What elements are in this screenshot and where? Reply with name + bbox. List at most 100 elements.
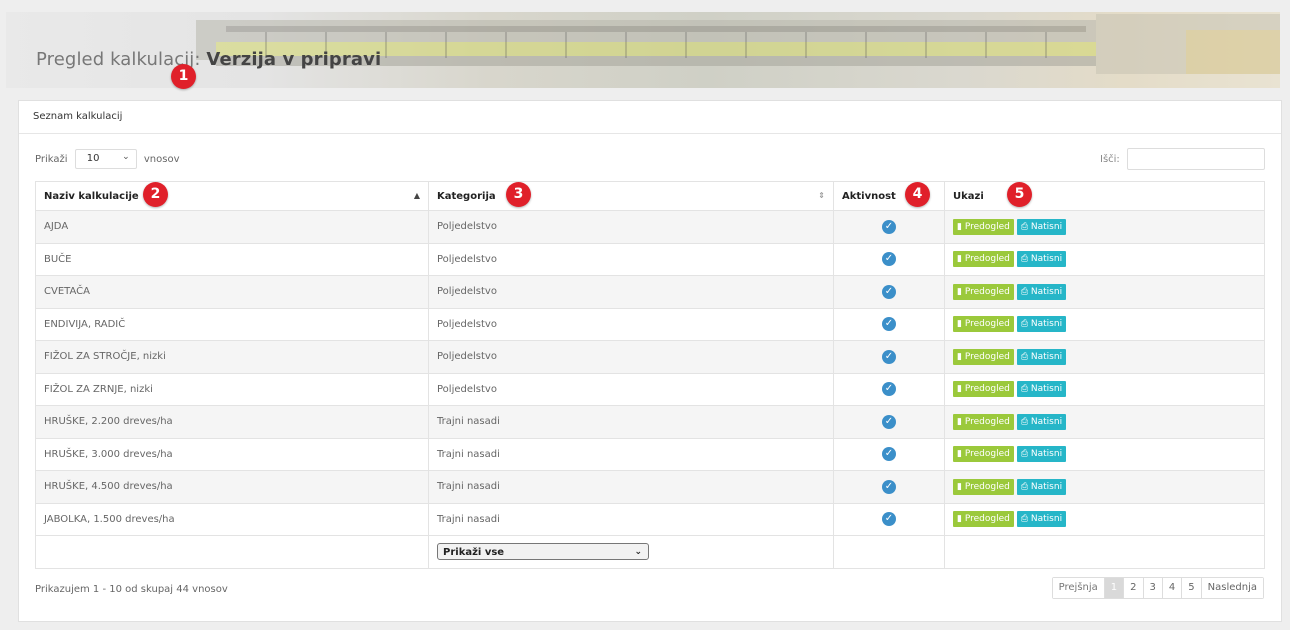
cell-actions: ▮ Predogled ⎙ Natisni [944, 502, 1265, 536]
pagination-page-3[interactable]: 3 [1142, 578, 1162, 598]
cell-actions: ▮ Predogled ⎙ Natisni [944, 405, 1265, 439]
row-name: HRUŠKE, 4.500 dreves/ha [44, 481, 173, 493]
preview-button[interactable]: ▮ Predogled [953, 478, 1014, 495]
column-header-activity-label: Aktivnost [842, 190, 896, 202]
cell-activity: ✓ [833, 470, 945, 504]
preview-button[interactable]: ▮ Predogled [953, 283, 1014, 300]
print-button[interactable]: ⎙ Natisni [1016, 316, 1067, 333]
preview-button[interactable]: ▮ Predogled [953, 413, 1014, 430]
preview-button-label: Predogled [964, 254, 1010, 265]
print-button[interactable]: ⎙ Natisni [1016, 413, 1067, 430]
table-row: HRUŠKE, 2.200 dreves/ha Trajni nasadi ✓ ▮ P… [35, 405, 1265, 439]
cell-actions: ▮ Predogled ⎙ Natisni [944, 242, 1265, 276]
preview-button[interactable]: ▮ Predogled [953, 251, 1014, 268]
column-header-name[interactable]: Naziv kalkulacije ▲ [35, 181, 429, 211]
annotation-marker-2: 2 [143, 182, 168, 207]
column-header-actions-label: Ukazi [953, 190, 984, 202]
cell-category: Trajni nasadi [428, 470, 834, 504]
annotation-marker-4: 4 [905, 182, 930, 207]
preview-button[interactable]: ▮ Predogled [953, 381, 1014, 398]
printer-icon: ⎙ [1020, 351, 1029, 362]
row-name: FIŽOL ZA ZRNJE, nizki [44, 383, 153, 395]
print-button-label: Natisni [1030, 416, 1063, 427]
bookmark-icon: ▮ [957, 416, 962, 427]
active-check-icon: ✓ [882, 512, 896, 527]
print-button[interactable]: ⎙ Natisni [1016, 218, 1067, 235]
column-header-actions: Ukazi [944, 181, 1265, 211]
print-button[interactable]: ⎙ Natisni [1016, 283, 1067, 300]
cell-name: FIŽOL ZA STROČJE, nizki [35, 340, 429, 374]
cell-name: CVETAČA [35, 275, 429, 309]
cell-category: Poljedelstvo [428, 372, 834, 406]
cell-actions: ▮ Predogled ⎙ Natisni [944, 275, 1265, 309]
row-name: HRUŠKE, 3.000 dreves/ha [44, 448, 173, 460]
column-header-category[interactable]: Kategorija ⇕ [428, 181, 834, 211]
preview-button-label: Predogled [964, 449, 1010, 460]
cell-actions: ▮ Predogled ⎙ Natisni [944, 340, 1265, 374]
cell-name: BUČE [35, 242, 429, 276]
print-button-label: Natisni [1030, 221, 1063, 232]
pagination-page-1[interactable]: 1 [1103, 578, 1124, 598]
table-row: AJDA Poljedelstvo ✓ ▮ Predogled ⎙ Natisni [35, 210, 1265, 244]
active-check-icon: ✓ [882, 414, 896, 429]
row-name: HRUŠKE, 2.200 dreves/ha [44, 416, 173, 428]
print-button[interactable]: ⎙ Natisni [1016, 348, 1067, 365]
print-button[interactable]: ⎙ Natisni [1016, 511, 1067, 528]
row-category: Poljedelstvo [437, 318, 497, 330]
cell-category: Poljedelstvo [428, 242, 834, 276]
pagination-previous[interactable]: Prejšnja [1052, 578, 1104, 598]
row-category: Trajni nasadi [437, 448, 500, 460]
page-length-select[interactable]: 10 ⌄ [74, 149, 137, 169]
row-category: Poljedelstvo [437, 351, 497, 363]
pagination-page-4[interactable]: 4 [1161, 578, 1182, 598]
cell-actions: ▮ Predogled ⎙ Natisni [944, 372, 1265, 406]
cell-actions: ▮ Predogled ⎙ Natisni [944, 307, 1265, 341]
preview-button-label: Predogled [964, 351, 1010, 362]
category-filter-select[interactable]: Prikaži vse ⌄ [437, 543, 649, 561]
cell-actions: ▮ Predogled ⎙ Natisni [944, 437, 1265, 471]
pagination-page-2[interactable]: 2 [1123, 578, 1143, 598]
preview-button[interactable]: ▮ Predogled [953, 316, 1014, 333]
print-button-label: Natisni [1030, 384, 1063, 395]
cell-name: HRUŠKE, 2.200 dreves/ha [35, 405, 429, 439]
active-check-icon: ✓ [882, 284, 896, 299]
bookmark-icon: ▮ [957, 319, 962, 330]
bookmark-icon: ▮ [957, 514, 962, 525]
print-button[interactable]: ⎙ Natisni [1016, 251, 1067, 268]
preview-button[interactable]: ▮ Predogled [953, 511, 1014, 528]
length-prefix: Prikaži [35, 154, 68, 165]
printer-icon: ⎙ [1020, 384, 1029, 395]
pagination-page-5[interactable]: 5 [1181, 578, 1201, 598]
bookmark-icon: ▮ [957, 351, 962, 362]
active-check-icon: ✓ [882, 252, 896, 267]
row-category: Trajni nasadi [437, 416, 500, 428]
preview-button-label: Predogled [964, 384, 1010, 395]
annotation-marker-5: 5 [1007, 182, 1032, 207]
preview-button[interactable]: ▮ Predogled [953, 446, 1014, 463]
page-length-value: 10 [86, 153, 100, 164]
category-filter-value: Prikaži vse [443, 547, 505, 559]
pagination-next[interactable]: Naslednja [1200, 578, 1263, 598]
cell-category: Poljedelstvo [428, 307, 834, 341]
cell-activity: ✓ [833, 307, 945, 341]
cell-name: ENDIVIJA, RADIČ [35, 307, 429, 341]
print-button[interactable]: ⎙ Natisni [1016, 478, 1067, 495]
search-input[interactable] [1127, 148, 1265, 170]
active-check-icon: ✓ [882, 479, 896, 494]
cell-activity: ✓ [833, 405, 945, 439]
bookmark-icon: ▮ [957, 384, 962, 395]
preview-button-label: Predogled [964, 319, 1010, 330]
printer-icon: ⎙ [1020, 254, 1029, 265]
row-category: Trajni nasadi [437, 481, 500, 493]
bookmark-icon: ▮ [957, 481, 962, 492]
print-button[interactable]: ⎙ Natisni [1016, 446, 1067, 463]
cell-activity: ✓ [833, 502, 945, 536]
top-strip [0, 0, 1290, 12]
cell-name: JABOLKA, 1.500 dreves/ha [35, 502, 429, 536]
table-row: HRUŠKE, 3.000 dreves/ha Trajni nasadi ✓ ▮ P… [35, 437, 1265, 471]
table-row: ENDIVIJA, RADIČ Poljedelstvo ✓ ▮ Predogled ⎙… [35, 307, 1265, 341]
cell-name: AJDA [35, 210, 429, 244]
preview-button[interactable]: ▮ Predogled [953, 218, 1014, 235]
print-button[interactable]: ⎙ Natisni [1016, 381, 1067, 398]
preview-button[interactable]: ▮ Predogled [953, 348, 1014, 365]
